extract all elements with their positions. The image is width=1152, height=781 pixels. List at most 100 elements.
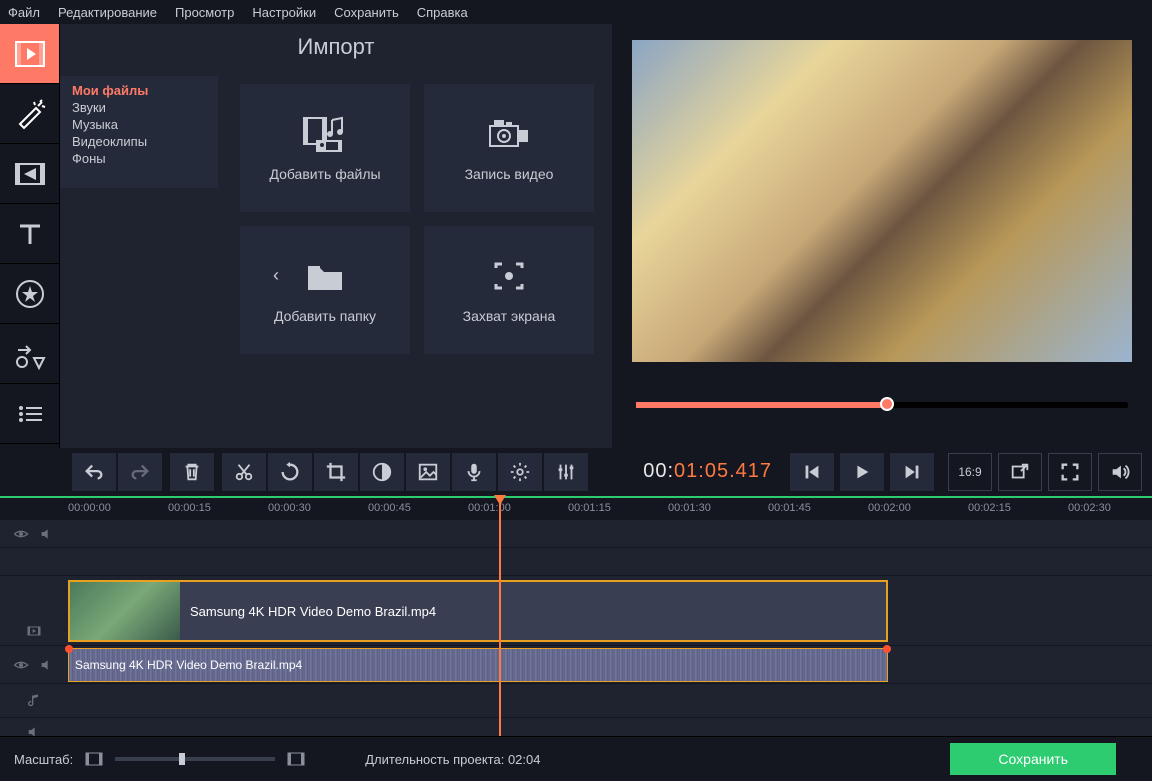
- duration-label: Длительность проекта:: [365, 752, 504, 767]
- camera-icon: [486, 114, 532, 154]
- ruler-mark: 00:01:15: [568, 502, 611, 514]
- screen-capture-button[interactable]: Захват экрана: [424, 226, 594, 354]
- settings-button[interactable]: [498, 453, 542, 491]
- tab-import[interactable]: [0, 24, 59, 84]
- seek-fill: [636, 402, 887, 408]
- speaker-icon: [39, 657, 55, 673]
- menu-view[interactable]: Просмотр: [175, 5, 234, 20]
- eye-icon: [13, 657, 29, 673]
- mic-button[interactable]: [452, 453, 496, 491]
- zoom-out-icon[interactable]: [85, 752, 103, 766]
- zoom-label: Масштаб:: [14, 752, 73, 767]
- filmstrip-music-icon: [302, 114, 348, 154]
- add-folder-label: Добавить папку: [274, 308, 376, 324]
- rotate-button[interactable]: [268, 453, 312, 491]
- import-subtabs: Мои файлы Звуки Музыка Видеоклипы Фоны: [60, 76, 218, 188]
- zoom-in-icon[interactable]: [287, 752, 305, 766]
- speaker-icon: [39, 526, 55, 542]
- project-duration: Длительность проекта: 02:04: [365, 752, 540, 767]
- undo-button[interactable]: [72, 453, 116, 491]
- redo-button[interactable]: [118, 453, 162, 491]
- ruler-mark: 00:01:30: [668, 502, 711, 514]
- crop-button[interactable]: [314, 453, 358, 491]
- add-files-label: Добавить файлы: [269, 166, 380, 182]
- seek-thumb[interactable]: [880, 397, 894, 411]
- ruler-mark: 00:00:00: [68, 502, 111, 514]
- menubar: Файл Редактирование Просмотр Настройки С…: [0, 0, 1152, 24]
- tab-callouts[interactable]: [0, 324, 59, 384]
- cut-button[interactable]: [222, 453, 266, 491]
- volume-button[interactable]: [1098, 453, 1142, 491]
- panel-title: Импорт: [60, 34, 612, 60]
- delete-button[interactable]: [170, 453, 214, 491]
- record-video-label: Запись видео: [465, 166, 554, 182]
- ruler-mark: 00:00:30: [268, 502, 311, 514]
- toolbar: 00:01:05.417 16:9: [0, 448, 1152, 496]
- tab-stickers[interactable]: [0, 264, 59, 324]
- audio-clip[interactable]: Samsung 4K HDR Video Demo Brazil.mp4: [68, 648, 888, 682]
- audio-clip-label: Samsung 4K HDR Video Demo Brazil.mp4: [75, 658, 302, 672]
- subtab-sounds[interactable]: Звуки: [72, 99, 206, 116]
- menu-file[interactable]: Файл: [8, 5, 40, 20]
- aspect-ratio-button[interactable]: 16:9: [948, 453, 992, 491]
- track-video: Samsung 4K HDR Video Demo Brazil.mp4: [0, 576, 1152, 646]
- menu-settings[interactable]: Настройки: [252, 5, 316, 20]
- preview-panel: [612, 24, 1152, 448]
- ruler-mark: 00:01:45: [768, 502, 811, 514]
- subtab-my-files[interactable]: Мои файлы: [72, 82, 206, 99]
- prev-button[interactable]: [790, 453, 834, 491]
- footer: Масштаб: Длительность проекта: 02:04 Сох…: [0, 736, 1152, 781]
- add-files-button[interactable]: Добавить файлы: [240, 84, 410, 212]
- zoom-slider[interactable]: [115, 757, 275, 761]
- menu-edit[interactable]: Редактирование: [58, 5, 157, 20]
- zoom-thumb[interactable]: [179, 753, 185, 765]
- play-button[interactable]: [840, 453, 884, 491]
- ruler-mark: 00:01:00: [468, 502, 511, 514]
- collapse-panel-button[interactable]: ‹: [270, 260, 282, 290]
- timeline-ruler[interactable]: 00:00:00 00:00:15 00:00:30 00:00:45 00:0…: [0, 496, 1152, 520]
- left-tabs: [0, 24, 60, 448]
- duration-value: 02:04: [508, 752, 541, 767]
- clip-handle-left[interactable]: [65, 645, 73, 653]
- record-video-button[interactable]: Запись видео: [424, 84, 594, 212]
- menu-help[interactable]: Справка: [417, 5, 468, 20]
- fullscreen-button[interactable]: [1048, 453, 1092, 491]
- timeline: 00:00:00 00:00:15 00:00:30 00:00:45 00:0…: [0, 496, 1152, 746]
- clip-label: Samsung 4K HDR Video Demo Brazil.mp4: [180, 604, 436, 619]
- timecode-main: 01:05.417: [674, 460, 772, 482]
- music-note-icon: [26, 693, 42, 709]
- clip-handle-right[interactable]: [883, 645, 891, 653]
- zoom-control: Масштаб:: [14, 752, 305, 767]
- tab-more[interactable]: [0, 384, 59, 444]
- clip-thumbnail: [70, 582, 180, 640]
- color-button[interactable]: [360, 453, 404, 491]
- screen-capture-label: Захват экрана: [463, 308, 556, 324]
- save-button[interactable]: Сохранить: [950, 743, 1116, 775]
- filmstrip-icon: [26, 623, 42, 639]
- detach-button[interactable]: [998, 453, 1042, 491]
- preview-image: [632, 40, 1132, 362]
- track-empty: [0, 548, 1152, 576]
- equalizer-button[interactable]: [544, 453, 588, 491]
- playhead[interactable]: [499, 496, 501, 736]
- video-clip[interactable]: Samsung 4K HDR Video Demo Brazil.mp4: [68, 580, 888, 642]
- track-music: [0, 684, 1152, 718]
- add-folder-button[interactable]: Добавить папку: [240, 226, 410, 354]
- subtab-videoclips[interactable]: Видеоклипы: [72, 133, 206, 150]
- next-button[interactable]: [890, 453, 934, 491]
- track-linked-audio: Samsung 4K HDR Video Demo Brazil.mp4: [0, 646, 1152, 684]
- image-button[interactable]: [406, 453, 450, 491]
- ruler-mark: 00:00:15: [168, 502, 211, 514]
- timecode-prefix: 00:: [643, 460, 674, 482]
- capture-icon: [486, 256, 532, 296]
- ruler-mark: 00:02:30: [1068, 502, 1111, 514]
- subtab-music[interactable]: Музыка: [72, 116, 206, 133]
- seek-bar[interactable]: [636, 402, 1128, 408]
- folder-icon: [302, 256, 348, 296]
- tab-titles[interactable]: [0, 204, 59, 264]
- tab-transitions[interactable]: [0, 144, 59, 204]
- menu-save[interactable]: Сохранить: [334, 5, 399, 20]
- import-panel: Импорт Мои файлы Звуки Музыка Видеоклипы…: [60, 24, 612, 448]
- tab-filters[interactable]: [0, 84, 59, 144]
- subtab-backgrounds[interactable]: Фоны: [72, 150, 206, 167]
